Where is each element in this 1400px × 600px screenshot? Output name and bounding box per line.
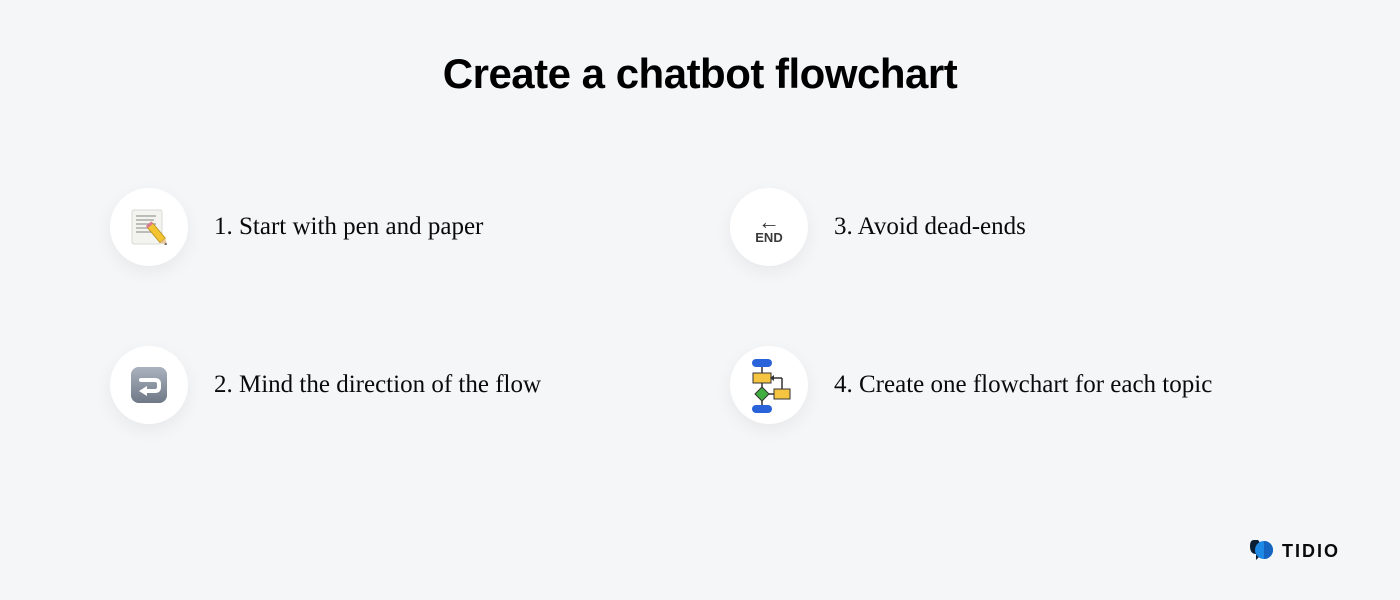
brand-name: TIDIO <box>1282 541 1340 562</box>
tip-text-4: 4. Create one flowchart for each topic <box>834 368 1212 402</box>
tip-text-2: 2. Mind the direction of the flow <box>214 368 541 402</box>
tip-text-3: 3. Avoid dead-ends <box>834 210 1026 244</box>
tip-item-1: 1. Start with pen and paper <box>110 188 670 266</box>
tip-number-4: 4. <box>834 371 853 398</box>
tip-label-4: Create one flowchart for each topic <box>859 371 1212 398</box>
brand-mark-icon <box>1248 538 1274 564</box>
tip-number-1: 1. <box>214 213 233 240</box>
tip-item-2: 2. Mind the direction of the flow <box>110 346 670 424</box>
tip-label-2: Mind the direction of the flow <box>239 371 541 398</box>
memo-pencil-icon <box>110 188 188 266</box>
tips-grid: 1. Start with pen and paper ← END 3. Avo… <box>100 188 1300 424</box>
flowchart-icon <box>730 346 808 424</box>
tip-item-3: ← END 3. Avoid dead-ends <box>730 188 1290 266</box>
tip-label-3: Avoid dead-ends <box>858 213 1026 240</box>
tip-text-1: 1. Start with pen and paper <box>214 210 483 244</box>
end-arrow-icon: ← END <box>730 188 808 266</box>
brand-logo: TIDIO <box>1248 538 1340 564</box>
return-arrow-icon <box>110 346 188 424</box>
tip-label-1: Start with pen and paper <box>239 213 483 240</box>
tip-number-2: 2. <box>214 371 233 398</box>
page-title: Create a chatbot flowchart <box>100 50 1300 98</box>
tip-number-3: 3. <box>834 213 853 240</box>
tip-item-4: 4. Create one flowchart for each topic <box>730 346 1290 424</box>
